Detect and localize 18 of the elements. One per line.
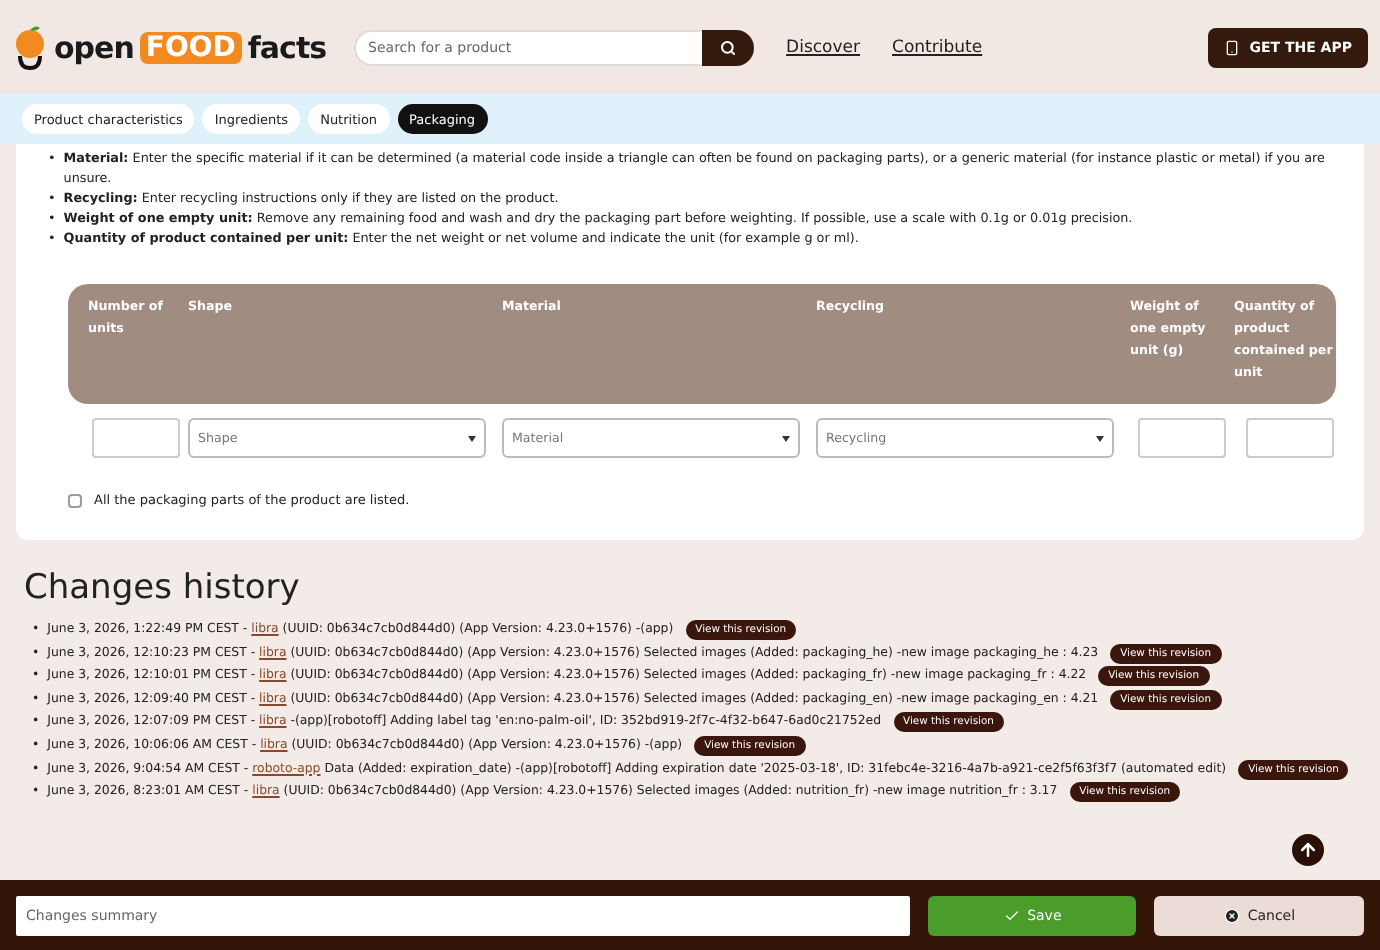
search-button[interactable] xyxy=(702,29,755,65)
logo-text: open xyxy=(54,29,134,65)
input-field[interactable] xyxy=(1246,418,1334,458)
search-icon xyxy=(720,39,737,55)
check-icon xyxy=(1003,907,1020,923)
nav-link[interactable]: Contribute xyxy=(892,37,983,57)
nav-link[interactable]: Discover xyxy=(786,37,861,57)
fruit-logo-icon xyxy=(12,25,48,69)
arrow-up-icon xyxy=(1298,840,1318,860)
section-title: Changes history xyxy=(24,568,302,608)
input-field[interactable] xyxy=(92,418,180,458)
input-field[interactable] xyxy=(1138,418,1226,458)
close-icon xyxy=(1223,907,1240,923)
scroll-top-button[interactable] xyxy=(1292,834,1324,866)
checkbox[interactable] xyxy=(68,493,82,507)
phone-icon xyxy=(1223,39,1240,55)
logo-text: facts xyxy=(247,29,327,65)
logo-badge: FOOD xyxy=(139,31,242,63)
